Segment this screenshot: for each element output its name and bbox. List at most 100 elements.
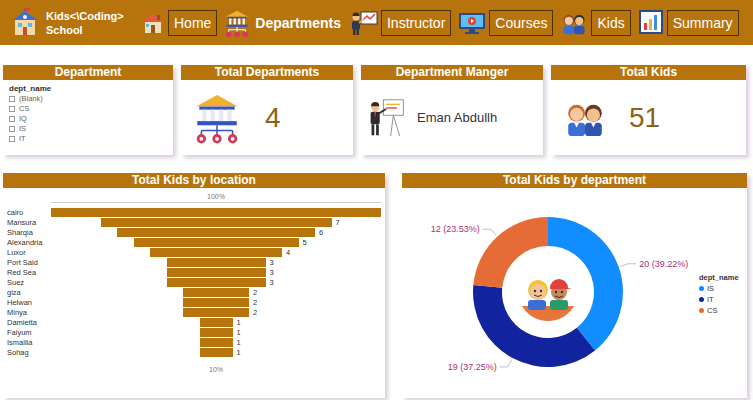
funnel-bar[interactable] — [200, 318, 233, 327]
nav-item[interactable]: Summary — [637, 9, 739, 37]
funnel-row[interactable]: Damietta1 — [7, 318, 381, 327]
checkbox[interactable] — [9, 136, 15, 142]
funnel-row[interactable]: Luxor4 — [7, 248, 381, 257]
legend-item[interactable]: IS — [699, 284, 739, 293]
nav-label[interactable]: Summary — [667, 10, 739, 36]
slicer-option[interactable]: IQ — [9, 114, 167, 124]
leader-line — [621, 263, 637, 266]
funnel-bar[interactable] — [167, 278, 266, 287]
department-donut-chart: Total Kids by department 20 (39.22%) 19 (3… — [402, 173, 747, 398]
nav-item[interactable]: Kids — [559, 10, 630, 36]
funnel-row[interactable]: Port Said3 — [7, 258, 381, 267]
nav-label[interactable]: Courses — [489, 10, 553, 36]
category-label: cairo — [7, 208, 51, 217]
slicer-option[interactable]: IS — [9, 124, 167, 134]
card-title: Total Departments — [181, 65, 353, 80]
funnel-bar[interactable] — [200, 338, 233, 347]
funnel-bar[interactable] — [167, 258, 266, 267]
value-label: 3 — [266, 278, 274, 287]
slicer-option[interactable]: (Blank) — [9, 94, 167, 104]
legend-item[interactable]: CS — [699, 306, 739, 315]
checkbox[interactable] — [9, 106, 15, 112]
funnel-row[interactable]: Suez3 — [7, 278, 381, 287]
funnel-row[interactable]: Ismailia1 — [7, 338, 381, 347]
funnel-row[interactable]: Helwan2 — [7, 298, 381, 307]
funnel-row[interactable]: Mansura 7 — [7, 218, 381, 227]
slicer-option[interactable]: CS — [9, 104, 167, 114]
card-title: Department — [3, 65, 173, 80]
funnel-bar[interactable] — [183, 308, 249, 317]
slicer-field: dept_name — [9, 83, 167, 94]
nav-bar: Kids<\Coding>School Home Departments Instru… — [0, 0, 753, 45]
category-label: Helwan — [7, 298, 51, 307]
funnel-bar[interactable] — [183, 288, 249, 297]
slice-label: 19 (37.25%) — [448, 361, 497, 371]
slice-label: 20 (39.22%) — [639, 258, 688, 268]
nav-label[interactable]: Instructor — [381, 10, 451, 36]
value-label: 2 — [249, 308, 257, 317]
checkbox[interactable] — [9, 126, 15, 132]
nav-item[interactable]: Departments — [223, 9, 343, 37]
location-funnel-chart: Total Kids by location100%cairoMansura7S… — [3, 173, 385, 398]
nav-label[interactable]: Kids — [591, 10, 630, 36]
nav-item[interactable]: Courses — [457, 10, 553, 36]
category-label: Red Sea — [7, 268, 51, 277]
funnel-bar[interactable] — [150, 248, 282, 257]
logo-subtitle: School — [46, 23, 124, 37]
checkbox[interactable] — [9, 96, 15, 102]
value-label: 7 — [332, 218, 340, 227]
card-title: Total Kids — [551, 65, 746, 80]
funnel-row[interactable]: Faiyum1 — [7, 328, 381, 337]
leader-line — [483, 229, 496, 235]
checkbox[interactable] — [9, 116, 15, 122]
logo[interactable]: Kids<\Coding>School — [10, 8, 130, 38]
manager-name: Eman Abdullh — [417, 110, 497, 125]
leader-line — [500, 359, 512, 366]
value-label: 5 — [299, 238, 307, 247]
legend-dot — [699, 308, 704, 313]
category-label: Damietta — [7, 318, 51, 327]
funnel-bar[interactable] — [101, 218, 332, 227]
legend: dept_name IS IT CS — [697, 273, 739, 315]
slicer-option[interactable]: IT — [9, 134, 167, 144]
funnel-bar[interactable] — [200, 328, 233, 337]
nav-label[interactable]: Departments — [253, 11, 343, 35]
kpi-value: 4 — [265, 102, 281, 134]
value-label: 6 — [315, 228, 323, 237]
legend-dot — [699, 286, 704, 291]
house-icon — [140, 10, 166, 36]
funnel-row[interactable]: Alexandria5 — [7, 238, 381, 247]
funnel-row[interactable]: Sohag1 — [7, 348, 381, 357]
nav-item[interactable]: Home — [140, 10, 217, 36]
funnel-bar[interactable] — [167, 268, 266, 277]
category-label: Minya — [7, 308, 51, 317]
legend-item[interactable]: IT — [699, 295, 739, 304]
card-title: Department Manger — [361, 65, 543, 80]
category-label: Mansura — [7, 218, 51, 227]
nav-item[interactable]: Instructor — [349, 10, 451, 36]
kpi-value: 51 — [629, 102, 660, 134]
funnel-bar[interactable] — [200, 348, 233, 357]
donut-slice[interactable] — [548, 217, 623, 350]
funnel-row[interactable]: Minya 2 — [7, 308, 381, 317]
nav-label[interactable]: Home — [168, 10, 217, 36]
nav-menu: Home Departments Instructor Courses Kids Summ… — [140, 9, 739, 37]
kids-icon — [561, 98, 609, 138]
bank-hierarchy-icon — [223, 9, 251, 37]
funnel-row[interactable]: giza2 — [7, 288, 381, 297]
logo-title: Kids<\Coding> — [46, 9, 124, 23]
legend-title: dept_name — [699, 273, 739, 282]
funnel-bar[interactable] — [183, 298, 249, 307]
category-label: Ismailia — [7, 338, 51, 347]
scale-top-label: 100% — [51, 192, 381, 203]
chart-title: Total Kids by department — [402, 173, 747, 188]
funnel-bar[interactable] — [134, 238, 299, 247]
funnel-bar[interactable] — [117, 228, 315, 237]
category-label: Port Said — [7, 258, 51, 267]
funnel-bar[interactable] — [51, 208, 381, 217]
funnel-row[interactable]: cairo — [7, 208, 381, 217]
funnel-row[interactable]: Red Sea3 — [7, 268, 381, 277]
category-label: Luxor — [7, 248, 51, 257]
funnel-row[interactable]: Sharqia6 — [7, 228, 381, 237]
kids-icon — [559, 10, 589, 36]
